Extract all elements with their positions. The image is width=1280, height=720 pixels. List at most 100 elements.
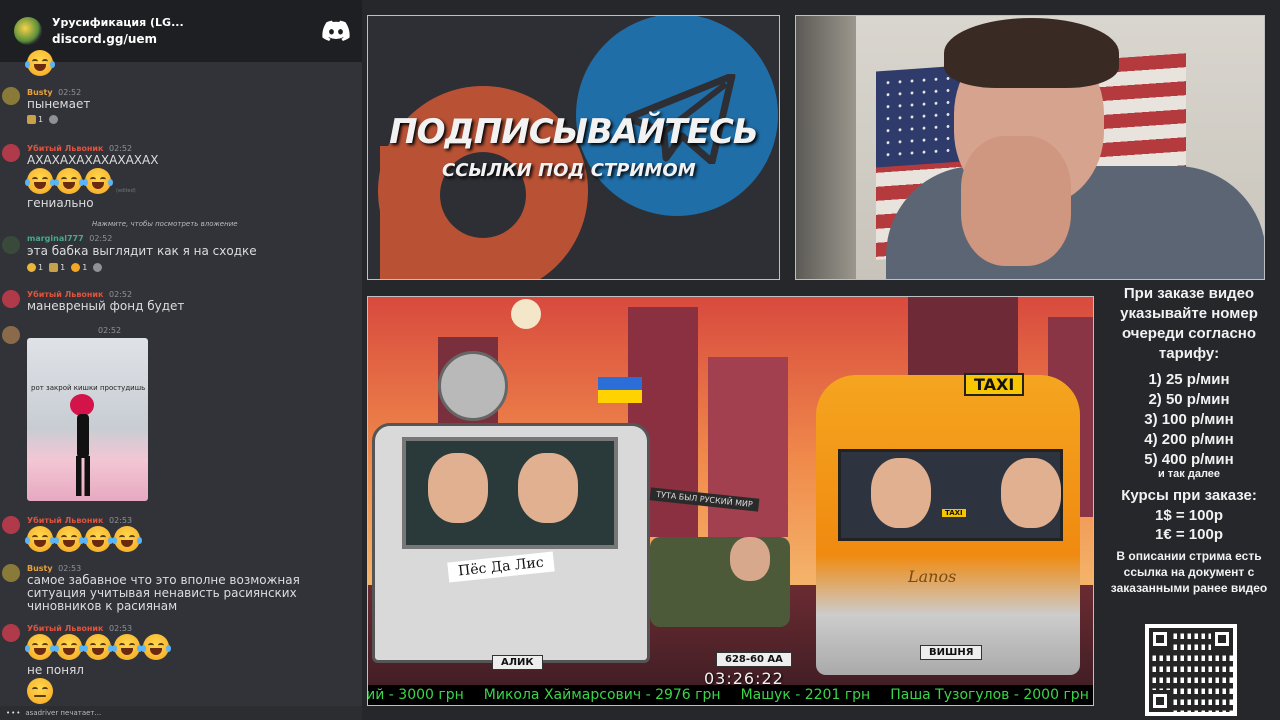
- timestamp: 02:52: [109, 290, 133, 299]
- avatar[interactable]: [2, 326, 20, 344]
- lamp-icon: [511, 299, 541, 329]
- tariff-item: 1) 25 р/мин: [1148, 371, 1230, 388]
- username[interactable]: Убитый Львоник: [27, 516, 103, 525]
- message-text: АХАХАХАХАХАХАХАХ: [27, 153, 159, 167]
- avatar[interactable]: [2, 144, 20, 162]
- add-reaction-button[interactable]: [93, 263, 103, 272]
- message-list[interactable]: Busty 02:52 пынемает 1 Убитый Львоник 02…: [0, 50, 362, 706]
- promo-title: ПОДПИСЫВАЙТЕСЬ: [389, 112, 759, 152]
- reaction-emoji-icon: [71, 263, 81, 272]
- avatar[interactable]: [2, 564, 20, 582]
- reaction[interactable]: 1: [71, 263, 87, 272]
- face: [428, 453, 488, 523]
- message-text: пынемает: [27, 97, 91, 111]
- timestamp: 02:52: [58, 88, 82, 97]
- satellite-dish-icon: [438, 351, 508, 421]
- avatar[interactable]: [2, 236, 20, 254]
- tariff-item: 2) 50 р/мин: [1148, 391, 1230, 408]
- promo-subtitle: ССЫЛКИ ПОД СТРИМОМ: [442, 160, 696, 181]
- message-text: самое забавное что это вполне возможная …: [27, 573, 300, 613]
- taxi-badge: TAXI: [942, 509, 966, 517]
- reactions: 1 1 1: [27, 263, 103, 272]
- add-reaction-button[interactable]: [49, 115, 59, 124]
- discord-header: Урусификация (LG... discord.gg/uem: [0, 0, 362, 62]
- rates-title: Курсы при заказе:: [1121, 487, 1257, 504]
- laughing-emoji: [83, 634, 113, 660]
- username[interactable]: Убитый Львоник: [27, 290, 103, 299]
- username[interactable]: Busty: [27, 564, 53, 573]
- laughing-emoji: [25, 634, 55, 660]
- gif-caption: рот закрой кишки простудишь: [31, 384, 146, 392]
- avatar[interactable]: [2, 624, 20, 642]
- rate-item: 1$ = 100р: [1155, 507, 1223, 524]
- timestamp: 02:52: [109, 144, 133, 153]
- message-text: гениально: [27, 196, 94, 210]
- typing-dots-icon: •••: [6, 709, 22, 717]
- server-invite-link[interactable]: discord.gg/uem: [52, 31, 322, 47]
- tariff-list: 1) 25 р/мин 2) 50 р/мин 3) 100 р/мин 4) …: [1100, 370, 1278, 480]
- laughing-emoji: [112, 634, 142, 660]
- message-text: маневреный фонд будет: [27, 299, 185, 313]
- laughing-emoji: [25, 50, 55, 76]
- face: [730, 537, 770, 581]
- message-text: не понял: [27, 663, 84, 677]
- username[interactable]: Busty: [27, 88, 53, 97]
- laughing-emoji: [54, 168, 84, 194]
- add-reaction-icon: [93, 263, 103, 272]
- username[interactable]: Убитый Львоник: [27, 624, 103, 633]
- laughing-emoji: [25, 168, 55, 194]
- brand-label: Lanos: [908, 567, 957, 586]
- order-note: При заказе видео указывайте номер очеред…: [1120, 285, 1258, 362]
- discord-chat-panel: Урусификация (LG... discord.gg/uem Busty…: [0, 0, 362, 720]
- reaction[interactable]: 1: [27, 115, 43, 124]
- donation-ticker: ский - 3000 грн Микола Хаймарсович - 297…: [368, 685, 1093, 705]
- ticker-item: ский - 3000 грн: [368, 687, 464, 703]
- ukraine-flag-icon: [598, 377, 642, 403]
- reaction[interactable]: 1: [27, 263, 43, 272]
- reaction-emoji-icon: [27, 263, 36, 272]
- reaction-emoji-icon: [49, 263, 59, 272]
- emoji-row: [25, 526, 142, 552]
- laughing-emoji: [83, 168, 113, 194]
- license-plate: 628-60 АА: [716, 652, 792, 667]
- laughing-emoji: [83, 526, 113, 552]
- reactions: 1: [27, 115, 59, 124]
- avatar[interactable]: [2, 87, 20, 105]
- discord-logo-icon: [322, 20, 350, 41]
- face: [871, 458, 931, 528]
- face: [518, 453, 578, 523]
- laughing-emoji: [141, 634, 171, 660]
- typing-indicator: ••• asadriver печатает...: [0, 706, 362, 720]
- face: [1001, 458, 1061, 528]
- attachment-hint[interactable]: Нажмите, чтобы посмотреть вложение: [92, 220, 238, 228]
- qr-code[interactable]: [1145, 624, 1237, 716]
- gif-attachment[interactable]: рот закрой кишки простудишь: [27, 338, 148, 501]
- ticker-item: Машук - 2201 грн: [740, 687, 871, 703]
- message-text: эта бабка выглядит как я на сходке: [27, 244, 257, 258]
- tariff-item: 3) 100 р/мин: [1144, 411, 1234, 428]
- description-note: В описании стрима есть ссылка на докумен…: [1110, 549, 1268, 595]
- reaction[interactable]: 1: [49, 263, 65, 272]
- username[interactable]: Убитый Львоник: [27, 144, 103, 153]
- emoji-row: (edited): [25, 168, 136, 194]
- typing-text: asadriver печатает...: [25, 709, 102, 717]
- emoji-row: [25, 634, 171, 660]
- ticker-item: Микола Хаймарсович - 2976 грн: [483, 687, 721, 703]
- video-player[interactable]: Пёс Да Лис АЛИК ТУТА БЫЛ РУСКИЙ МИР 628-…: [367, 296, 1094, 706]
- username[interactable]: marginal777: [27, 234, 84, 243]
- laughing-emoji: [25, 526, 55, 552]
- stream-overlay: Урусификация (LG... discord.gg/uem Busty…: [0, 0, 1280, 720]
- timestamp: 02:53: [109, 516, 133, 525]
- timestamp: 02:53: [58, 564, 82, 573]
- neutral-face-emoji: [27, 678, 53, 704]
- rate-item: 1€ = 100р: [1155, 526, 1223, 543]
- timestamp: 02:52: [89, 234, 113, 243]
- avatar[interactable]: [2, 516, 20, 534]
- laughing-emoji: [54, 634, 84, 660]
- server-icon[interactable]: [14, 17, 42, 45]
- webcam-feed: [795, 15, 1265, 280]
- avatar[interactable]: [2, 290, 20, 308]
- edited-marker: (edited): [116, 188, 136, 194]
- timestamp: 02:52: [98, 326, 122, 335]
- reaction-emoji-icon: [27, 115, 36, 124]
